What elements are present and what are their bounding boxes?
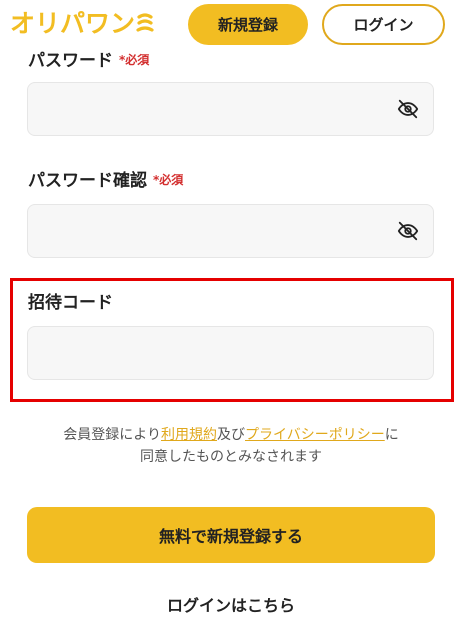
logo-mark-icon xyxy=(136,10,154,32)
privacy-policy-link[interactable]: プライバシーポリシー xyxy=(245,427,385,443)
invite-code-input[interactable] xyxy=(28,327,433,379)
site-header: オリパワン 新規登録 ログイン xyxy=(0,0,462,48)
consent-line-2: 同意したものとみなされます xyxy=(140,449,322,465)
invite-code-label-text: 招待コード xyxy=(28,293,113,313)
consent-suffix: に xyxy=(384,427,399,443)
site-logo[interactable]: オリパワン xyxy=(10,8,154,40)
invite-code-field[interactable] xyxy=(27,326,434,380)
password-confirm-field[interactable] xyxy=(27,204,434,258)
eye-off-icon[interactable] xyxy=(397,220,419,242)
header-login-button[interactable]: ログイン xyxy=(322,4,445,45)
consent-prefix: 会員登録により xyxy=(63,427,161,443)
password-confirm-required-badge: *必須 xyxy=(153,173,184,187)
password-confirm-input[interactable] xyxy=(28,205,433,257)
eye-off-icon[interactable] xyxy=(397,98,419,120)
free-signup-submit-button[interactable]: 無料で新規登録する xyxy=(27,507,435,563)
password-confirm-label-text: パスワード確認 xyxy=(28,171,147,191)
password-label-text: パスワード xyxy=(28,51,113,71)
consent-and: 及び xyxy=(217,427,245,443)
password-input[interactable] xyxy=(28,83,433,135)
terms-link[interactable]: 利用規約 xyxy=(161,427,217,443)
password-required-badge: *必須 xyxy=(119,53,150,67)
logo-text: オリパワン xyxy=(10,9,136,38)
header-signup-button[interactable]: 新規登録 xyxy=(188,4,308,45)
password-label: パスワード *必須 xyxy=(28,46,149,71)
consent-line-1: 会員登録により利用規約及びプライバシーポリシーに xyxy=(0,424,462,446)
consent-text: 会員登録により利用規約及びプライバシーポリシーに 同意したものとみなされます xyxy=(0,424,462,468)
invite-code-label: 招待コード xyxy=(28,288,113,313)
login-here-link[interactable]: ログインはこちら xyxy=(0,592,462,616)
password-confirm-label: パスワード確認 *必須 xyxy=(28,166,183,191)
signup-page: パスワード *必須 パスワード確認 *必須 招待コード 会員登録により利用規約及… xyxy=(0,0,462,620)
password-field[interactable] xyxy=(27,82,434,136)
